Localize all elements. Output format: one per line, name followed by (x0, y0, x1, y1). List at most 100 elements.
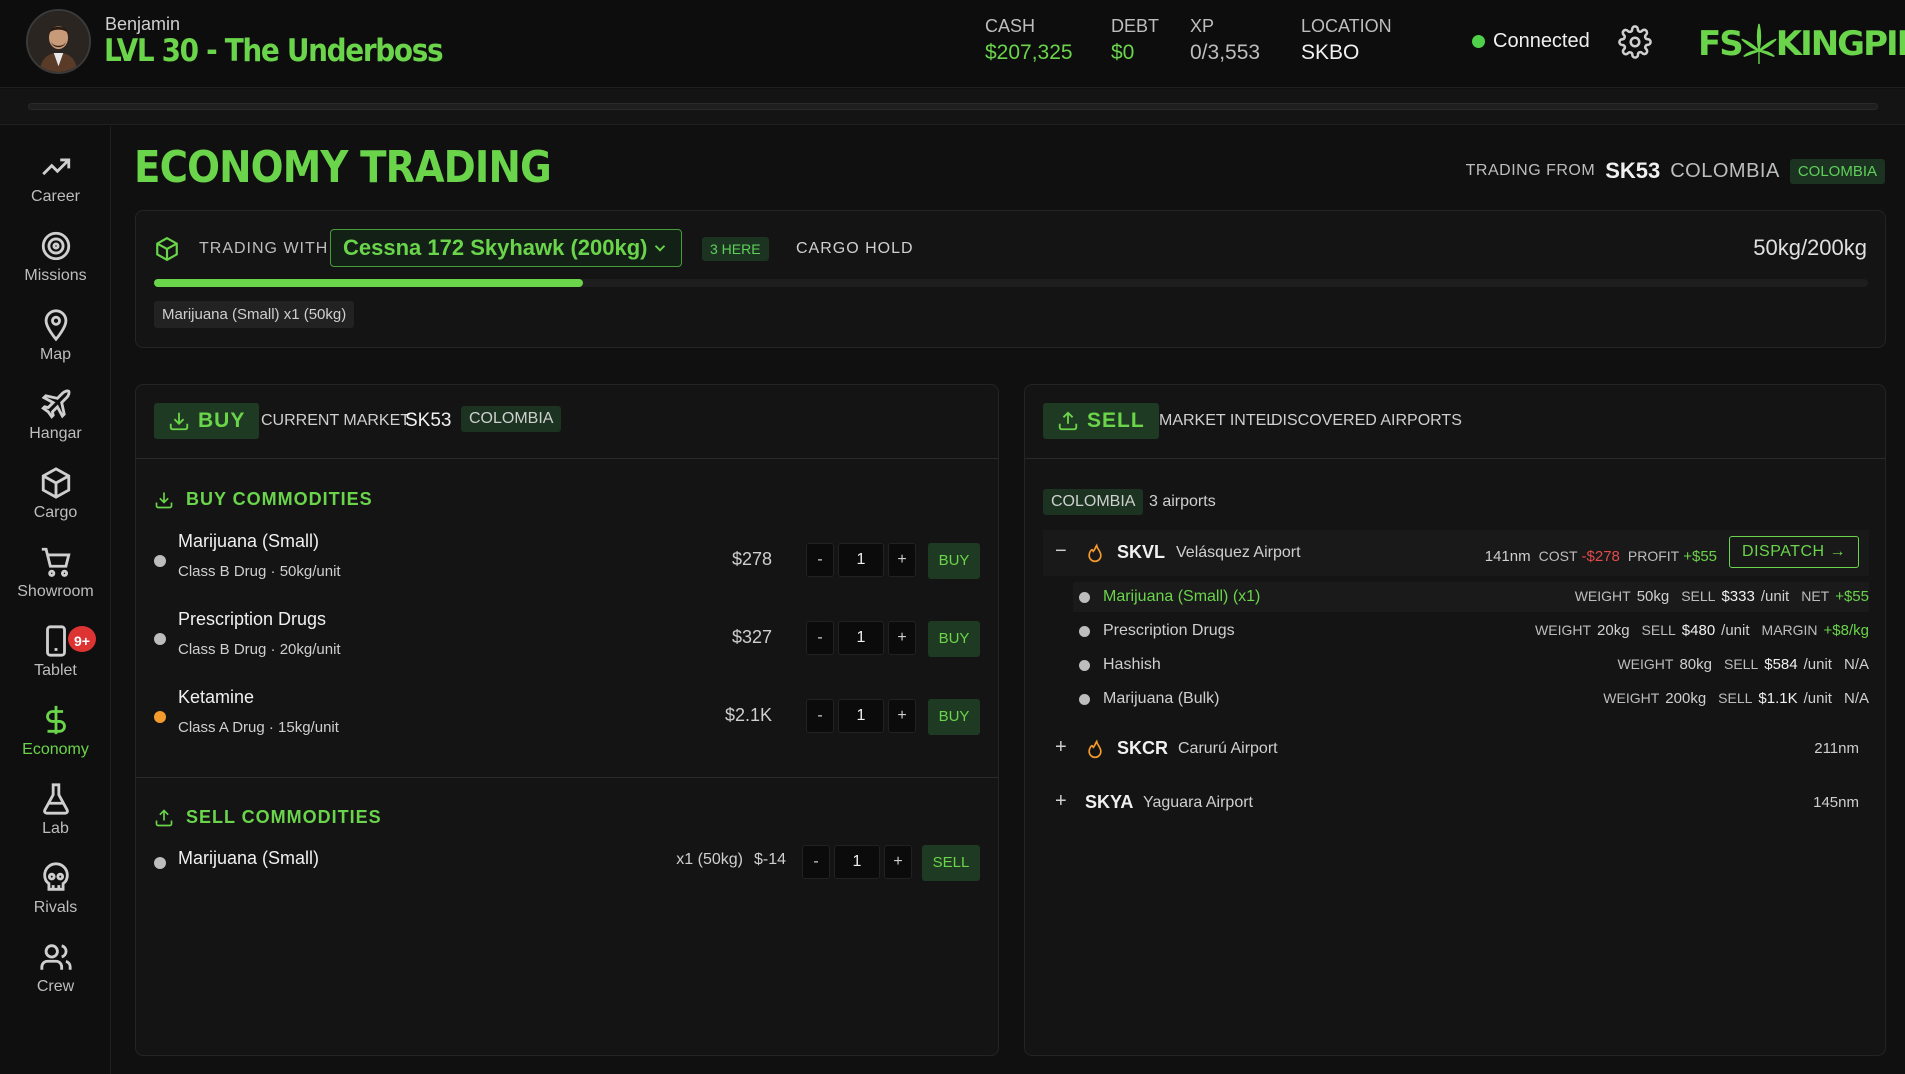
sell-label: SELL (1718, 690, 1753, 706)
commodity-name: Ketamine (178, 687, 255, 707)
airport-name: Velásquez Airport (1176, 544, 1301, 561)
airport-row[interactable]: + SKCR Carurú Airport 211nm (1043, 726, 1869, 772)
market-intel-row: Prescription Drugs WEIGHT 20kg SELL $480… (1073, 616, 1869, 646)
margin-value: N/A (1843, 690, 1869, 707)
sidebar-item-label: Cargo (33, 504, 78, 521)
sidebar-item-career[interactable]: Career (0, 140, 111, 214)
upload-icon (1058, 411, 1078, 431)
sidebar-item-label: Showroom (17, 583, 94, 600)
avatar[interactable] (26, 9, 91, 74)
sidebar-item-map[interactable]: Map (0, 298, 111, 372)
list-item: Marijuana (Small) x1 (50kg) $-14 - 1 + S… (154, 837, 980, 887)
weight-value: 200kg (1665, 690, 1707, 707)
sidebar-item-crew[interactable]: Crew (0, 930, 111, 1004)
quantity-input[interactable]: 1 (838, 543, 884, 577)
sidebar-item-tablet[interactable]: Tablet 9+ (0, 614, 111, 688)
increment-button[interactable]: + (888, 621, 916, 655)
intel-commodity-name: Marijuana (Bulk) (1103, 690, 1220, 707)
download-icon (155, 492, 173, 508)
xp-progress-track (28, 103, 1878, 110)
decrement-button[interactable]: - (806, 699, 834, 733)
current-market-code: SK53 (405, 410, 452, 431)
decrement-button[interactable]: - (806, 543, 834, 577)
sidebar-item-economy[interactable]: Economy (0, 693, 111, 767)
trending-up-icon (41, 158, 70, 176)
increment-button[interactable]: + (888, 699, 916, 733)
airport-distance: 211nm (1814, 740, 1859, 757)
aircraft-count-chip: 3 HERE (702, 237, 769, 261)
sidebar-item-rivals[interactable]: Rivals (0, 851, 111, 925)
region-chip: COLOMBIA (1043, 489, 1144, 515)
decrement-button[interactable]: - (802, 845, 830, 879)
sidebar-item-hangar[interactable]: Hangar (0, 377, 111, 451)
intel-details: WEIGHT 200kg SELL $1.1K /unit N/A (1603, 690, 1869, 707)
flame-icon (1088, 739, 1102, 759)
market-intel-label: MARKET INTEL (1159, 412, 1276, 429)
airport-count: 3 airports (1149, 493, 1216, 510)
connection-dot-icon (1472, 35, 1485, 48)
gear-icon[interactable] (1618, 25, 1652, 59)
expand-toggle[interactable]: + (1055, 790, 1067, 813)
sell-panel: SELL MARKET INTEL DISCOVERED AIRPORTS CO… (1024, 384, 1886, 1056)
weight-value: 20kg (1597, 622, 1630, 639)
xp-label: XP (1190, 16, 1215, 36)
intel-details: WEIGHT 80kg SELL $584 /unit N/A (1617, 656, 1869, 673)
intel-commodity-name: Marijuana (Small) (x1) (1103, 588, 1261, 605)
connection-status: Connected (1472, 30, 1590, 53)
weight-label: WEIGHT (1617, 656, 1674, 672)
airport-summary: 141nm COST -$278 PROFIT +$55 DISPATCH → (1485, 536, 1859, 568)
sell-price: $1.1K (1758, 690, 1798, 707)
buy-button[interactable]: BUY (928, 621, 980, 657)
upload-icon (155, 808, 173, 826)
quantity-input[interactable]: 1 (838, 699, 884, 733)
dispatch-button[interactable]: DISPATCH → (1729, 536, 1859, 568)
unit-label: /unit (1803, 690, 1832, 707)
quantity-stepper: - 1 + (802, 845, 912, 879)
list-item: Prescription Drugs Class B Drug · 20kg/u… (154, 603, 980, 667)
buy-tab-label: BUY (198, 409, 246, 432)
flame-icon (1088, 543, 1102, 563)
airport-row[interactable]: − SKVL Velásquez Airport 141nm COST -$27… (1043, 530, 1869, 576)
increment-button[interactable]: + (888, 543, 916, 577)
sell-price: $333 (1721, 588, 1755, 605)
cargo-progress-fill (154, 279, 583, 287)
buy-button[interactable]: BUY (928, 543, 980, 579)
fs-kingpin-logo[interactable]: FS KINGPIN (1698, 22, 1905, 66)
buy-tab-button[interactable]: BUY (154, 403, 260, 439)
sidebar-item-showroom[interactable]: Showroom (0, 535, 111, 609)
commodity-details: Class A Drug · 15kg/unit (178, 719, 339, 736)
aircraft-select[interactable]: Cessna 172 Skyhawk (200kg) (330, 229, 682, 267)
net-label: NET (1801, 588, 1830, 604)
sidebar-item-label: Map (39, 346, 72, 363)
player-name: Benjamin (105, 14, 181, 34)
decrement-button[interactable]: - (806, 621, 834, 655)
status-dot-icon (1079, 626, 1090, 637)
sidebar-item-cargo[interactable]: Cargo (0, 456, 111, 530)
quantity-input[interactable]: 1 (834, 845, 880, 879)
commodity-details: Class B Drug · 20kg/unit (178, 641, 341, 658)
collapse-toggle[interactable]: − (1055, 540, 1067, 563)
sell-button[interactable]: SELL (922, 845, 980, 881)
buy-button[interactable]: BUY (928, 699, 980, 735)
quantity-input[interactable]: 1 (838, 621, 884, 655)
sidebar-item-label: Rivals (33, 899, 78, 916)
cash-value: $207,325 (985, 41, 1073, 64)
sidebar-item-missions[interactable]: Missions (0, 219, 111, 293)
market-country-chip: COLOMBIA (461, 406, 562, 432)
market-intel-row: Marijuana (Small) (x1) WEIGHT 50kg SELL … (1073, 582, 1869, 612)
market-intel-row: Marijuana (Bulk) WEIGHT 200kg SELL $1.1K… (1073, 684, 1869, 714)
expand-toggle[interactable]: + (1055, 736, 1067, 759)
increment-button[interactable]: + (884, 845, 912, 879)
profit-value: +$55 (1683, 547, 1718, 565)
airport-summary: 211nm (1814, 740, 1859, 757)
debt-value: $0 (1111, 41, 1135, 64)
airport-row[interactable]: + SKYA Yaguara Airport 145nm (1043, 780, 1869, 826)
cash-label: CASH (985, 16, 1036, 36)
box-icon (156, 236, 178, 262)
status-dot-icon (154, 555, 166, 567)
sidebar-item-label: Crew (36, 978, 75, 995)
sidebar-item-lab[interactable]: Lab (0, 772, 111, 846)
sell-tab-button[interactable]: SELL (1043, 403, 1159, 439)
cart-icon (41, 547, 71, 577)
section-divider (136, 777, 998, 778)
